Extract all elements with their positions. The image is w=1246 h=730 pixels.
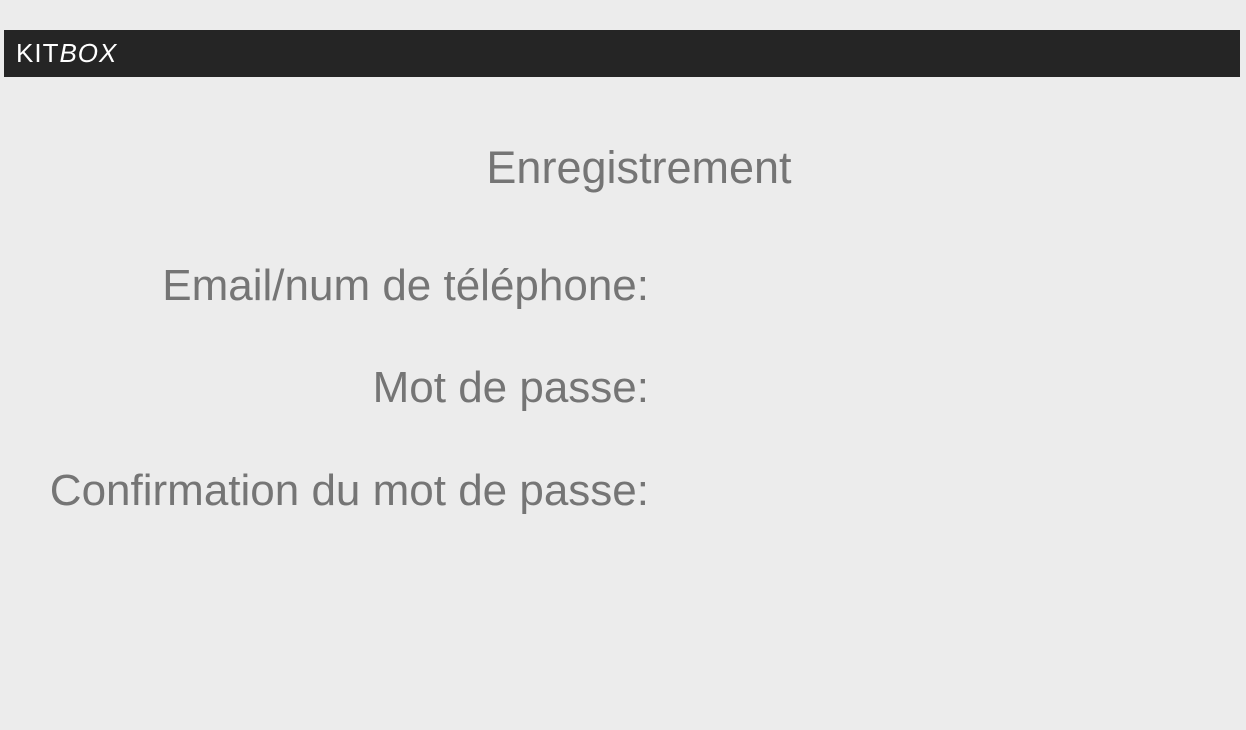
confirm-password-field[interactable] [662, 468, 1186, 516]
email-field[interactable] [662, 263, 1186, 311]
top-bar: KITBOX [4, 30, 1240, 77]
kitbox-logo[interactable]: KITBOX [16, 38, 117, 68]
confirm-password-label: Confirmation du mot de passe: [49, 466, 649, 515]
password-field[interactable] [662, 365, 1186, 413]
password-label: Mot de passe: [372, 363, 649, 412]
brand-italic-text: BOX [59, 38, 118, 68]
page-title: Enregistrement [486, 142, 792, 193]
email-label: Email/num de téléphone: [162, 261, 649, 310]
brand-main-text: KIT [16, 38, 60, 68]
